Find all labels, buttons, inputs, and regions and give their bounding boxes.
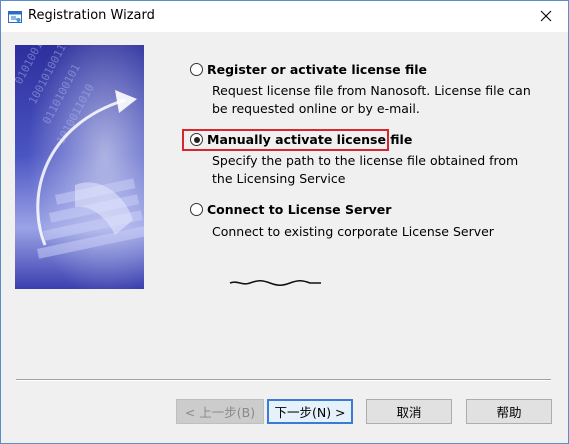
option-register-activate-description: Request license file from Nanosoft. Lice… — [212, 83, 531, 116]
help-button[interactable]: 帮助 — [466, 399, 552, 424]
wizard-app-icon — [8, 9, 22, 23]
option-register-activate[interactable]: Register or activate license file — [190, 62, 427, 77]
next-button[interactable]: 下一步(N) > — [267, 399, 353, 424]
radio-register-activate[interactable] — [190, 63, 203, 76]
close-button[interactable] — [524, 1, 568, 32]
registration-wizard-window: Registration Wizard 1001010011 011010010… — [0, 0, 569, 444]
option-license-server[interactable]: Connect to License Server — [190, 202, 391, 217]
option-license-server-description: Connect to existing corporate License Se… — [212, 224, 494, 239]
option-register-activate-label: Register or activate license file — [207, 62, 427, 77]
cancel-button[interactable]: 取消 — [366, 399, 452, 424]
option-manual-activate[interactable]: Manually activate license file — [190, 132, 412, 147]
title-bar: Registration Wizard — [1, 1, 568, 32]
arrow-data-keyboard-illustration: 0101001000 1001010011 0110100101 1010011… — [15, 45, 144, 289]
option-manual-activate-description: Specify the path to the license file obt… — [212, 153, 519, 186]
radio-license-server[interactable] — [190, 203, 203, 216]
option-manual-activate-label: Manually activate license file — [207, 132, 413, 147]
window-title: Registration Wizard — [28, 8, 155, 23]
radio-manual-activate[interactable] — [190, 133, 203, 146]
close-icon — [540, 7, 552, 26]
option-license-server-label: Connect to License Server — [207, 202, 392, 217]
back-button[interactable]: < 上一步(B) — [176, 399, 264, 424]
button-separator — [16, 379, 551, 381]
scribble-mark — [228, 272, 323, 291]
wizard-content: 0101001000 1001010011 0110100101 1010011… — [1, 32, 568, 443]
